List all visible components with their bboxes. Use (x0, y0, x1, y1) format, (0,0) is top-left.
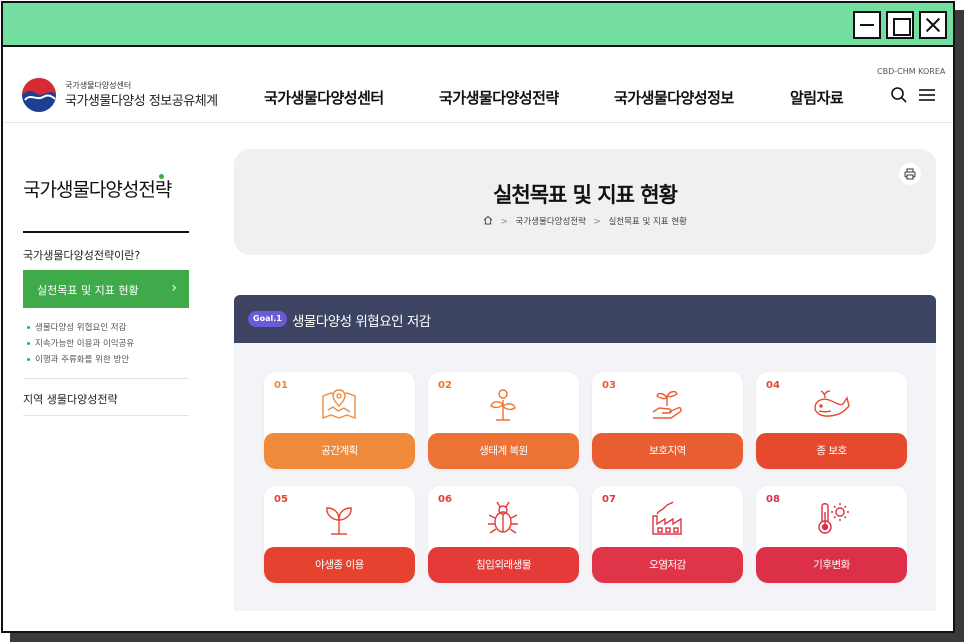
card-label: 야생종 이용 (264, 547, 415, 583)
nav-item-information[interactable]: 국가생물다양성정보 (614, 87, 734, 108)
breadcrumb: > 국가생물다양성전략 > 실천목표 및 지표 현황 (234, 215, 936, 227)
breadcrumb-separator: > (500, 217, 508, 227)
sidebar-title: 국가생물다양성전략 (23, 179, 172, 201)
card-label: 종 보호 (756, 433, 907, 469)
goal-card-01[interactable]: 01 공간계획 (264, 372, 415, 469)
card-label: 기후변화 (756, 547, 907, 583)
breadcrumb-item-current: 실천목표 및 지표 현황 (608, 217, 687, 227)
sidebar-item-about[interactable]: 국가생물다양성전략이란? (23, 247, 140, 263)
seedling-icon (326, 507, 352, 535)
goal-card-02[interactable]: 02 생태계 복원 (428, 372, 579, 469)
goal-card-05[interactable]: 05 야생종 이용 (264, 486, 415, 583)
chevron-right-icon: › (171, 280, 177, 296)
card-label: 침입외래생물 (428, 547, 579, 583)
factory-icon (652, 501, 682, 535)
nav-item-strategy[interactable]: 국가생물다양성전략 (439, 87, 559, 108)
card-number: 08 (766, 494, 780, 505)
sprout-icon (490, 389, 516, 421)
site-title[interactable]: 국가생물다양성 정보공유체계 (65, 90, 218, 109)
nav-item-notice[interactable]: 알림자료 (790, 87, 844, 108)
sidebar-item-regional[interactable]: 지역 생물다양성전략 (23, 391, 118, 407)
card-label: 공간계획 (264, 433, 415, 469)
page-title: 실천목표 및 지표 현황 (493, 183, 678, 207)
breadcrumb-separator: > (593, 217, 601, 227)
goal-title: 생물다양성 위협요인 저감 (292, 314, 431, 330)
goal-card-07[interactable]: 07 오염저감 (592, 486, 743, 583)
sidebar-title-dot (159, 174, 164, 179)
window-titlebar (3, 3, 953, 47)
card-number: 05 (274, 494, 288, 505)
page-banner: 실천목표 및 지표 현황 > 국가생물다양성전략 > 실천목표 및 지표 현황 (234, 149, 936, 255)
print-button[interactable] (899, 163, 921, 185)
whale-icon (814, 390, 850, 417)
card-number: 03 (602, 380, 616, 391)
sidebar-subitem-mainstream[interactable]: 이행과 주류화를 위한 방안 (27, 353, 129, 365)
goal-card-04[interactable]: 04 종 보호 (756, 372, 907, 469)
government-logo-icon[interactable] (21, 77, 57, 113)
card-number: 04 (766, 380, 780, 391)
card-number: 07 (602, 494, 616, 505)
card-number: 06 (438, 494, 452, 505)
breadcrumb-item-strategy[interactable]: 국가생물다양성전략 (516, 217, 586, 227)
minimize-button[interactable] (853, 11, 881, 39)
sidebar-divider (23, 231, 189, 233)
nav-item-center[interactable]: 국가생물다양성센터 (264, 87, 384, 108)
sidebar-separator (23, 415, 189, 416)
printer-icon (904, 168, 916, 180)
close-button[interactable] (919, 11, 947, 39)
map-pin-icon (322, 389, 356, 420)
card-number: 02 (438, 380, 452, 391)
sidebar-subitem-sustainable[interactable]: 지속가능한 이용과 이익공유 (27, 337, 134, 349)
goal-card-08[interactable]: 08 기후변화 (756, 486, 907, 583)
sidebar-item-goals-active[interactable]: 실천목표 및 지표 현황 › (23, 270, 189, 308)
bug-icon (488, 501, 518, 534)
cbd-chm-label[interactable]: CBD-CHM KOREA (877, 67, 945, 76)
card-label: 보호지역 (592, 433, 743, 469)
maximize-button[interactable] (886, 11, 914, 39)
home-icon[interactable] (483, 215, 493, 225)
hand-plant-icon (652, 390, 682, 419)
card-number: 01 (274, 380, 288, 391)
sidebar-item-label: 실천목표 및 지표 현황 (37, 284, 139, 297)
sidebar-separator (23, 378, 189, 379)
card-label: 오염저감 (592, 547, 743, 583)
search-icon[interactable] (889, 85, 909, 105)
site-header: 국가생물다양성센터 국가생물다양성 정보공유체계 CBD-CHM KOREA 국… (3, 49, 953, 123)
goal-header: Goal.1 생물다양성 위협요인 저감 (234, 295, 936, 343)
browser-window: 국가생물다양성센터 국가생물다양성 정보공유체계 CBD-CHM KOREA 국… (1, 1, 955, 633)
sidebar-subitem-threat[interactable]: 생물다양성 위협요인 저감 (27, 321, 126, 333)
goal-card-06[interactable]: 06 침입외래생물 (428, 486, 579, 583)
goal-badge: Goal.1 (248, 311, 287, 327)
menu-icon[interactable] (917, 85, 937, 105)
thermometer-sun-icon (818, 503, 849, 534)
card-label: 생태계 복원 (428, 433, 579, 469)
goal-card-03[interactable]: 03 보호지역 (592, 372, 743, 469)
